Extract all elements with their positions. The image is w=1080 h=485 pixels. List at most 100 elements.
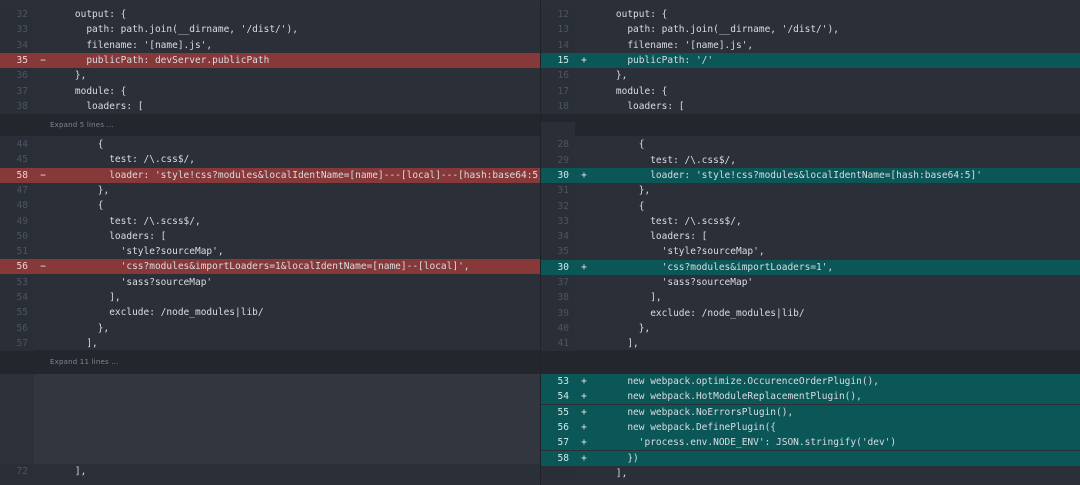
line-number[interactable]: 45 [0, 152, 34, 168]
line-number[interactable] [541, 465, 575, 481]
line-number[interactable]: 37 [541, 275, 575, 290]
diff-line-added: 53 + new webpack.optimize.OccurenceOrderP… [541, 374, 1080, 389]
code-text: 'css?modules&importLoaders=1&localIdentN… [52, 261, 470, 273]
line-number[interactable]: 34 [541, 229, 575, 245]
line-number[interactable]: 72 [0, 464, 34, 479]
diff-marker: + [581, 169, 587, 181]
diff-line-context: 39 exclude: /node_modules|lib/ [541, 305, 1080, 321]
code-text: module: { [593, 85, 668, 97]
code-text: }, [593, 322, 651, 334]
diff-marker: − [40, 169, 46, 181]
diff-line-context: 40 }, [541, 320, 1080, 336]
line-number[interactable]: 57 [0, 335, 34, 351]
diff-line-context: 50 loaders: [ [0, 228, 540, 244]
line-number[interactable]: 55 [541, 404, 575, 420]
diff-line-context: 34 loaders: [ [541, 229, 1080, 245]
diff-line-context [541, 122, 1080, 137]
diff-line-context: 16 }, [541, 68, 1080, 84]
code-text: new webpack.HotModuleReplacementPlugin()… [593, 391, 862, 403]
line-number[interactable]: 47 [0, 182, 34, 198]
line-number[interactable]: 38 [0, 98, 34, 114]
line-number[interactable]: 12 [541, 7, 575, 22]
line-number[interactable]: 14 [541, 37, 575, 53]
diff-line-context: 49 test: /\.scss$/, [0, 213, 540, 229]
diff-line-context: 37 module: { [0, 83, 540, 99]
line-number[interactable]: 40 [541, 320, 575, 336]
code-text: new webpack.optimize.OccurenceOrderPlugi… [593, 376, 879, 387]
diff-marker: − [40, 261, 46, 273]
diff-line-context: 72 ], [0, 464, 540, 479]
diff-line-context: 33 test: /\.scss$/, [541, 213, 1080, 229]
line-number[interactable]: 50 [0, 228, 34, 244]
line-number[interactable]: 18 [541, 98, 575, 114]
line-number[interactable]: 51 [0, 244, 34, 260]
diff-line-context: 38 ], [541, 290, 1080, 306]
diff-line-deleted: 58− loader: 'style!css?modules&localIden… [0, 167, 550, 183]
diff-marker: + [581, 452, 587, 464]
line-number[interactable]: 34 [0, 37, 34, 53]
line-number[interactable]: 35 [0, 52, 34, 68]
line-number[interactable]: 56 [0, 320, 34, 336]
line-number[interactable]: 13 [541, 22, 575, 38]
line-number[interactable]: 48 [0, 198, 34, 214]
line-number[interactable]: 35 [541, 244, 575, 260]
line-number[interactable]: 28 [541, 137, 575, 153]
code-text: 'sass?sourceMap' [52, 276, 213, 288]
line-number[interactable]: 44 [0, 137, 34, 152]
line-number[interactable]: 29 [541, 152, 575, 168]
diff-line-context: 38 loaders: [ [0, 98, 540, 114]
code-text: path: path.join(__dirname, '/dist/'), [593, 24, 839, 36]
line-number[interactable]: 56 [0, 259, 34, 275]
line-number[interactable]: 33 [0, 22, 34, 38]
line-number[interactable]: 15 [541, 52, 575, 68]
line-number[interactable]: 58 [0, 167, 34, 183]
code-text: { [593, 200, 645, 212]
code-text: 'process.env.NODE_ENV': JSON.stringify('… [593, 437, 897, 449]
line-number[interactable]: 30 [541, 259, 575, 275]
diff-line-context: 33 path: path.join(__dirname, '/dist/'), [0, 22, 540, 38]
line-number[interactable]: 38 [541, 290, 575, 306]
diff-line-context: 47 }, [0, 182, 540, 198]
code-text: test: /\.css$/, [52, 154, 195, 166]
line-number[interactable]: 56 [541, 419, 575, 435]
line-number[interactable]: 32 [541, 198, 575, 214]
diff-line-context: 28 { [541, 137, 1080, 153]
line-number[interactable]: 53 [0, 274, 34, 290]
line-number[interactable]: 54 [0, 290, 34, 305]
diff-line-context: 32 output: { [0, 7, 540, 22]
code-text: ], [593, 338, 639, 350]
line-number[interactable] [541, 122, 575, 137]
code-text: filename: '[name].js', [593, 39, 754, 51]
diff-marker: + [581, 406, 587, 418]
diff-line-context: 48 { [0, 198, 540, 214]
line-number[interactable]: 41 [541, 336, 575, 352]
code-text: 'style?sourceMap', [52, 246, 224, 258]
line-number[interactable]: 37 [0, 83, 34, 99]
code-text: }, [593, 185, 651, 197]
line-number[interactable]: 39 [541, 305, 575, 321]
line-number[interactable]: 16 [541, 68, 575, 84]
diff-line-context: 14 filename: '[name].js', [541, 37, 1080, 53]
code-text: output: { [593, 9, 668, 20]
line-number[interactable]: 33 [541, 213, 575, 229]
diff-line-context: 29 test: /\.css$/, [541, 152, 1080, 168]
code-text: publicPath: devServer.publicPath [52, 54, 270, 66]
code-text: new webpack.DefinePlugin({ [593, 421, 777, 433]
code-text: output: { [52, 9, 127, 20]
line-number[interactable]: 53 [541, 374, 575, 389]
line-number[interactable]: 57 [541, 435, 575, 451]
line-number[interactable]: 30 [541, 167, 575, 183]
line-number[interactable]: 58 [541, 450, 575, 466]
diff-line-context: 51 'style?sourceMap', [0, 244, 540, 260]
diff-line-context: 55 exclude: /node_modules|lib/ [0, 305, 540, 321]
line-number[interactable]: 49 [0, 213, 34, 229]
line-number[interactable]: 54 [541, 389, 575, 405]
line-number[interactable]: 55 [0, 305, 34, 321]
diff-line-context: 12 output: { [541, 7, 1080, 22]
code-text: ], [52, 337, 98, 349]
line-number[interactable]: 17 [541, 83, 575, 99]
line-number[interactable]: 31 [541, 183, 575, 199]
line-number[interactable]: 32 [0, 7, 34, 22]
line-number[interactable]: 36 [0, 68, 34, 84]
diff-line-deleted: 35− publicPath: devServer.publicPath [0, 52, 540, 68]
